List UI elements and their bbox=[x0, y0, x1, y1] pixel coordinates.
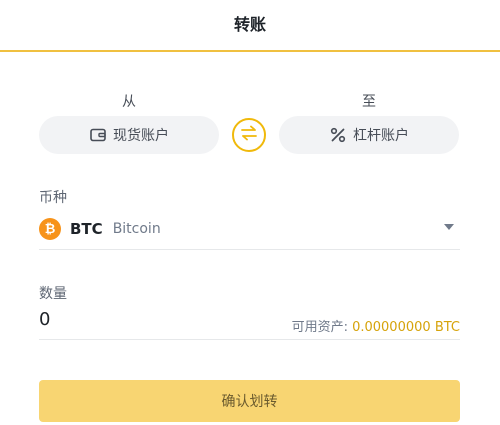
swap-button[interactable] bbox=[232, 118, 266, 152]
from-account-button[interactable]: 现货账户 bbox=[39, 116, 219, 154]
from-account-label: 现货账户 bbox=[113, 128, 169, 144]
coin-symbol: BTC bbox=[70, 219, 103, 238]
coin-select[interactable]: ₿ BTC Bitcoin bbox=[39, 208, 460, 250]
confirm-transfer-label: 确认划转 bbox=[221, 394, 278, 410]
confirm-transfer-button[interactable]: 确认划转 bbox=[39, 380, 460, 422]
to-label: 至 bbox=[362, 94, 376, 110]
header: 转账 bbox=[0, 0, 500, 52]
coin-name: Bitcoin bbox=[112, 220, 161, 237]
amount-row: 可用资产: 0.00000000 BTC bbox=[39, 304, 460, 340]
to-account-label: 杠杆账户 bbox=[353, 128, 409, 144]
available-unit: BTC bbox=[434, 320, 460, 335]
available-value: 0.00000000 bbox=[352, 320, 431, 335]
chevron-down-icon bbox=[444, 224, 454, 230]
from-label: 从 bbox=[122, 94, 136, 110]
swap-icon bbox=[240, 125, 258, 145]
wallet-icon bbox=[89, 126, 107, 144]
available-label: 可用资产: bbox=[291, 320, 348, 335]
percent-icon bbox=[329, 126, 347, 144]
to-account-button[interactable]: 杠杆账户 bbox=[279, 116, 459, 154]
bitcoin-icon: ₿ bbox=[39, 217, 61, 240]
amount-label: 数量 bbox=[39, 286, 67, 302]
page-title: 转账 bbox=[233, 15, 266, 34]
coin-label: 币种 bbox=[39, 190, 67, 206]
available-balance: 可用资产: 0.00000000 BTC bbox=[292, 316, 460, 335]
amount-input[interactable] bbox=[39, 309, 239, 330]
